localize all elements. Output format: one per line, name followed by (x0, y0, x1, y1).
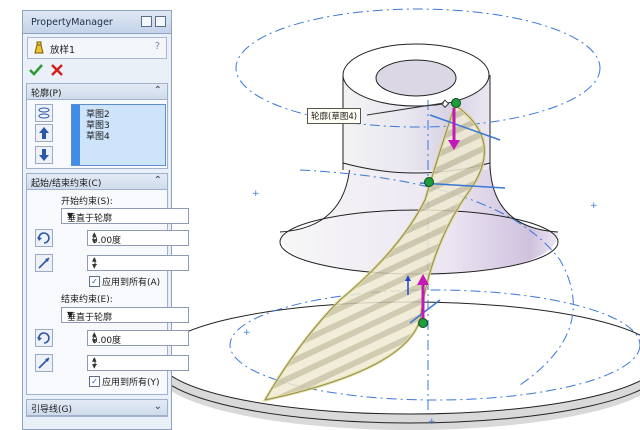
chevron-down-icon[interactable]: ⌄ (154, 401, 162, 412)
tangent-length-icon (35, 354, 53, 372)
constraints-section-header[interactable]: 起始/结束约束(C) ⌃ (27, 174, 167, 190)
constraints-header-label: 起始/结束约束(C) (31, 179, 102, 189)
profiles-list[interactable]: 草图2 草图3 草图4 (71, 104, 166, 166)
profiles-section-header[interactable]: 轮廓(P) ⌃ (27, 84, 167, 100)
tangent-length-icon (35, 254, 53, 272)
move-up-icon[interactable] (35, 124, 53, 142)
move-down-icon[interactable] (35, 146, 53, 164)
end-apply-all-checkbox[interactable]: ✓ 应用到所有(Y) (87, 375, 160, 388)
spin-arrows-icon[interactable]: ▲ ▼ (92, 331, 185, 345)
start-apply-all-checkbox[interactable]: ✓ 应用到所有(A) (87, 275, 160, 288)
profile-callout[interactable]: 轮廓(草图4) (307, 108, 362, 124)
profiles-header-label: 轮廓(P) (31, 89, 62, 99)
start-constraint-select[interactable]: 垂直于轮廓 ▼ (61, 208, 189, 224)
reverse-direction-icon[interactable] (35, 229, 53, 247)
spin-arrows-icon[interactable]: ▲ ▼ (92, 356, 185, 370)
loft-feature-icon (34, 41, 44, 54)
feature-name: 放样1 (50, 45, 76, 56)
detach-icon[interactable] (141, 16, 152, 27)
reverse-direction-icon[interactable] (35, 329, 53, 347)
start-angle-input[interactable]: 0.00度 ▲ ▼ (87, 230, 189, 246)
dropdown-arrow-icon: ▼ (67, 211, 74, 220)
profile-selector-icon[interactable] (35, 104, 53, 122)
help-icon[interactable]: ? (155, 41, 160, 52)
checkmark-icon[interactable]: ✓ (89, 376, 100, 387)
ok-check-icon[interactable] (29, 64, 43, 76)
guides-section: 引导线(G) ⌄ (26, 399, 168, 417)
sketch-point-4: + (428, 417, 436, 427)
dropdown-arrow-icon: ▼ (67, 310, 74, 319)
start-apply-all-label: 应用到所有(A) (102, 278, 161, 288)
end-constraint-select[interactable]: 垂直于轮廓 ▼ (61, 307, 189, 323)
start-tangent-length-input[interactable]: 1 ▲ ▼ (87, 255, 189, 271)
feature-header: 放样1 ? (27, 37, 167, 59)
list-item[interactable]: 草图4 (86, 129, 110, 142)
handle-profile-4[interactable] (451, 98, 461, 108)
chevron-up-icon[interactable]: ⌃ (154, 85, 162, 96)
end-constraint-label: 结束约束(E): (61, 295, 113, 305)
handle-profile-3[interactable] (424, 177, 434, 187)
sketch-point-3: + (243, 328, 251, 338)
guides-section-header[interactable]: 引导线(G) ⌄ (27, 400, 167, 416)
chevron-up-icon[interactable]: ⌃ (154, 175, 162, 186)
checkmark-icon[interactable]: ✓ (89, 276, 100, 287)
cancel-x-icon[interactable] (51, 64, 63, 76)
collapse-panel-icon[interactable] (155, 16, 166, 27)
end-tangent-length-input[interactable]: 1 ▲ ▼ (87, 355, 189, 371)
spin-arrows-icon[interactable]: ▲ ▼ (92, 256, 185, 270)
handle-profile-2[interactable] (418, 318, 428, 328)
end-angle-input[interactable]: 0.00度 ▲ ▼ (87, 330, 189, 346)
panel-title: PropertyManager (31, 17, 113, 28)
profiles-section: 轮廓(P) ⌃ 草图2 草图3 草图4 (26, 83, 168, 169)
constraints-section: 起始/结束约束(C) ⌃ 开始约束(S): 垂直于轮廓 ▼ 0.00度 ▲ ▼ 1… (26, 173, 189, 395)
sketch-point-2: + (590, 201, 598, 211)
sketch-point-1: + (252, 189, 260, 199)
panel-titlebar: PropertyManager (23, 11, 171, 34)
end-apply-all-label: 应用到所有(Y) (102, 378, 160, 388)
guides-header-label: 引导线(G) (31, 405, 72, 415)
property-manager-panel: PropertyManager 放样1 ? 轮廓(P) ⌃ 草图2 草图3 草图… (22, 10, 189, 430)
start-constraint-label: 开始约束(S): (61, 197, 113, 207)
spin-arrows-icon[interactable]: ▲ ▼ (92, 231, 185, 245)
